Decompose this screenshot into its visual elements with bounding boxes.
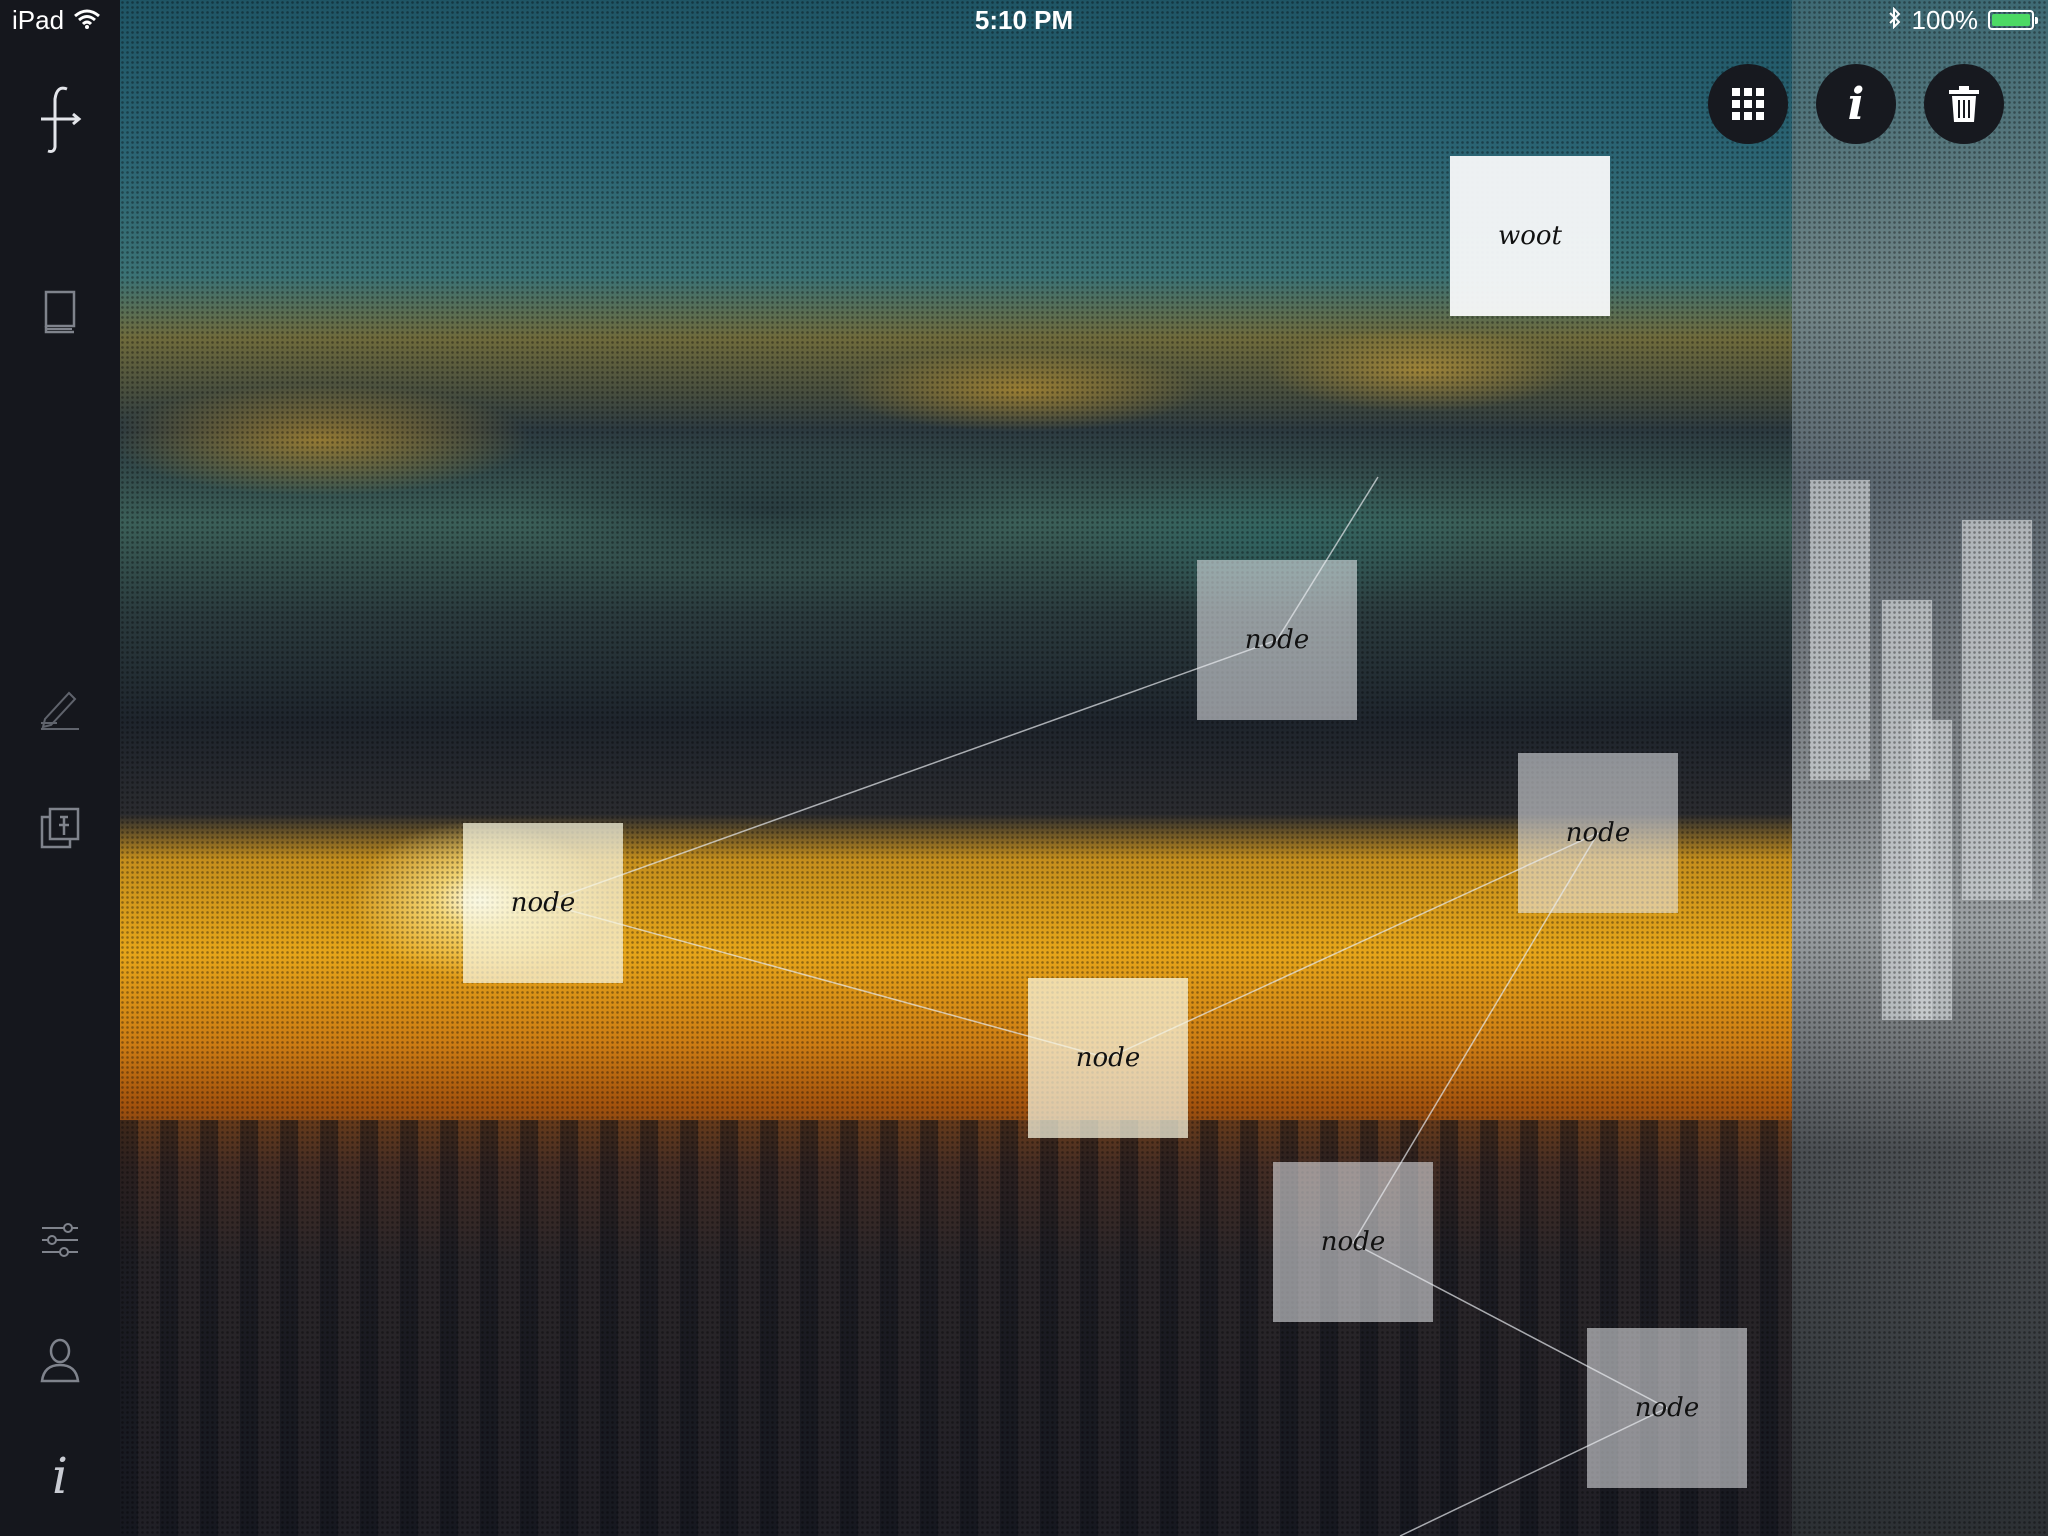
node-label: woot [1497,221,1562,251]
bluetooth-icon [1888,0,1902,40]
mindmap-node[interactable]: node [1518,753,1678,913]
status-bar: iPad 5:10 PM 100% [0,0,2048,40]
info-button[interactable]: i [1816,64,1896,144]
battery-percent: 100% [1911,5,1979,35]
mindmap-node[interactable]: node [1273,1162,1433,1322]
mindmap-links [542,476,1668,1536]
pin-icon[interactable] [30,798,90,858]
info-glyph: i [52,1447,68,1505]
mindmap-node[interactable]: node [1587,1328,1747,1488]
grid-button[interactable] [1708,64,1788,144]
node-label: node [510,888,576,918]
info-icon[interactable]: i [30,1446,90,1506]
node-label: node [1320,1227,1386,1257]
trash-icon [1949,86,1979,122]
mindmap-root-node[interactable]: woot [1450,156,1610,316]
node-label: node [1244,625,1310,655]
trash-button[interactable] [1924,64,2004,144]
sidebar: i [0,0,120,1536]
mindmap-node[interactable]: node [1028,978,1188,1138]
battery-icon [1988,10,2038,30]
info-icon: i [1847,78,1865,130]
clock: 5:10 PM [974,5,1074,35]
user-icon[interactable] [30,1330,90,1390]
node-label: node [1634,1393,1700,1423]
library-icon[interactable] [30,282,90,342]
mindmap-node[interactable]: node [463,823,623,983]
node-label: node [1565,818,1631,848]
sliders-icon[interactable] [30,1210,90,1270]
mindmap-node[interactable]: node [1197,560,1357,720]
logo-icon[interactable] [30,86,90,153]
grid-icon [1732,88,1764,120]
pen-icon[interactable] [30,678,90,738]
node-label: node [1075,1043,1141,1073]
